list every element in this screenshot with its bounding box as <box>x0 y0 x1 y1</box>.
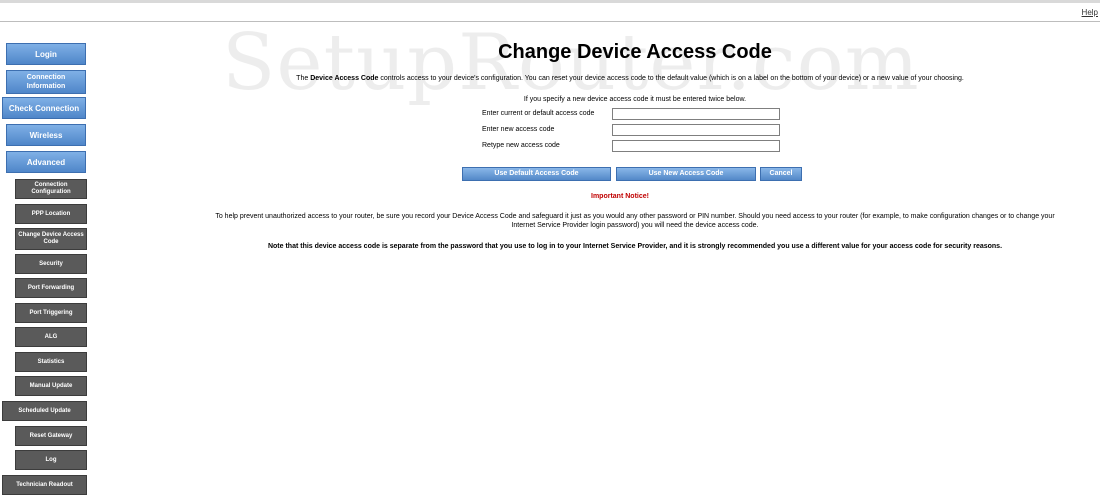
subnav-alg[interactable]: ALG <box>15 327 87 347</box>
nav-login[interactable]: Login <box>6 43 86 65</box>
subnav-port-triggering[interactable]: Port Triggering <box>15 303 87 323</box>
important-notice-body: To help prevent unauthorized access to y… <box>215 213 1055 229</box>
use-default-code-button[interactable]: Use Default Access Code <box>462 167 611 181</box>
subnav-reset-gateway[interactable]: Reset Gateway <box>15 426 87 446</box>
subnav-log[interactable]: Log <box>15 450 87 470</box>
subnav-manual-update[interactable]: Manual Update <box>15 376 87 396</box>
nav-wireless[interactable]: Wireless <box>6 124 86 146</box>
important-notice-title: Important Notice! <box>591 193 649 200</box>
subnav-statistics[interactable]: Statistics <box>15 352 87 372</box>
nav-check-connection[interactable]: Check Connection <box>2 97 86 119</box>
intro-bold-term: Device Access Code <box>310 75 379 82</box>
subnav-security[interactable]: Security <box>15 254 87 274</box>
current-code-label: Enter current or default access code <box>482 110 595 117</box>
sidebar: Login Connection Information Check Conne… <box>0 0 100 498</box>
help-link[interactable]: Help <box>1082 8 1098 17</box>
nav-advanced[interactable]: Advanced <box>6 151 86 173</box>
intro-text: The Device Access Code controls access t… <box>130 75 1100 82</box>
current-code-input[interactable] <box>612 108 780 120</box>
top-bar: Help <box>0 0 1100 22</box>
subnav-connection-configuration[interactable]: Connection Configuration <box>15 179 87 199</box>
router-config-page: Help SetupRouter.com Login Connection In… <box>0 0 1100 498</box>
retype-code-input[interactable] <box>612 140 780 152</box>
new-code-label: Enter new access code <box>482 126 555 133</box>
subnav-change-device-access-code[interactable]: Change Device Access Code <box>15 228 87 250</box>
form-note: If you specify a new device access code … <box>523 96 747 103</box>
important-notice-strong: Note that this device access code is sep… <box>267 243 1003 250</box>
cancel-button[interactable]: Cancel <box>760 167 802 181</box>
page-title: Change Device Access Code <box>498 41 772 63</box>
subnav-port-forwarding[interactable]: Port Forwarding <box>15 278 87 298</box>
new-code-input[interactable] <box>612 124 780 136</box>
nav-connection-information[interactable]: Connection Information <box>6 70 86 94</box>
use-new-code-button[interactable]: Use New Access Code <box>616 167 756 181</box>
subnav-ppp-location[interactable]: PPP Location <box>15 204 87 224</box>
subnav-technician-readout[interactable]: Technician Readout <box>2 475 87 495</box>
intro-prefix: The <box>296 75 311 82</box>
subnav-scheduled-update[interactable]: Scheduled Update <box>2 401 87 421</box>
intro-suffix: controls access to your device's configu… <box>378 75 964 82</box>
retype-code-label: Retype new access code <box>482 142 560 149</box>
